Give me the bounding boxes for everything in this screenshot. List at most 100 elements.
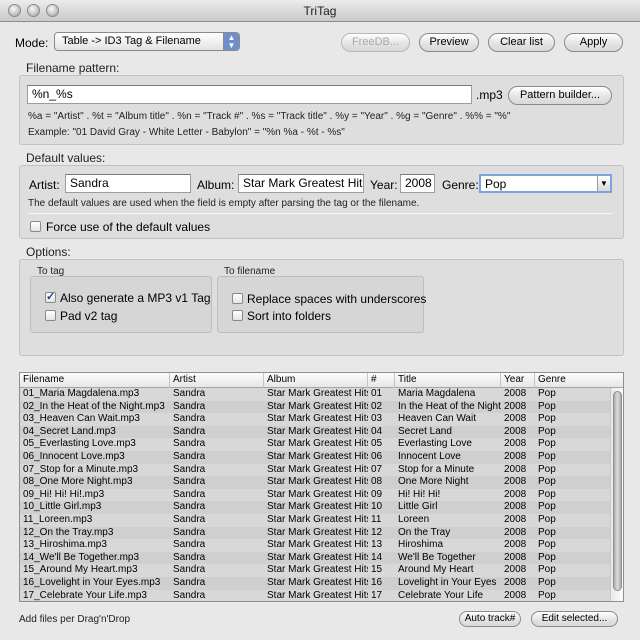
table-row[interactable]: 05_Everlasting Love.mp3 Sandra Star Mark G… <box>20 438 610 451</box>
pad-v2-checkbox[interactable] <box>45 310 56 321</box>
table-row[interactable]: 08_One More Night.mp3 Sandra Star Mark Gre… <box>20 476 610 489</box>
table-row[interactable]: 16_Lovelight in Your Eyes.mp3 Sandra Star … <box>20 576 610 590</box>
column-header-album[interactable]: Album <box>264 373 368 388</box>
column-header-genre[interactable]: Genre <box>535 373 623 388</box>
table-row[interactable]: 07_Stop for a Minute.mp3 Sandra Star Mark … <box>20 463 610 477</box>
cell-year: 2008 <box>504 438 527 450</box>
popup-arrows-icon: ▲ ▼ <box>223 33 239 50</box>
table-row[interactable]: 01_Maria Magdalena.mp3 Sandra Star Mark Gr… <box>20 388 610 401</box>
column-header-year[interactable]: Year <box>501 373 535 388</box>
cell-genre: Pop <box>538 450 556 462</box>
cell-artist: Sandra <box>173 476 206 488</box>
chevron-down-icon[interactable]: ▼ <box>597 176 610 191</box>
app-window: TriTag Mode: Table -> ID3 Tag & Filename… <box>0 0 640 640</box>
cell-album: Star Mark Greatest Hits <box>267 488 368 500</box>
column-header-filename[interactable]: Filename <box>20 373 170 388</box>
mode-popup-value: Table -> ID3 Tag & Filename <box>62 35 201 47</box>
mp3-v1-checkbox[interactable]: ✓ <box>45 292 56 303</box>
cell-track-number: 05 <box>371 438 383 450</box>
auto-track-button[interactable]: Auto track# <box>459 611 521 627</box>
window-title: TriTag <box>303 4 337 18</box>
cell-album: Star Mark Greatest Hits <box>267 400 368 412</box>
cell-filename: 06_Innocent Love.mp3 <box>23 450 125 462</box>
cell-year: 2008 <box>504 463 527 475</box>
column-header-artist[interactable]: Artist <box>170 373 264 388</box>
cell-artist: Sandra <box>173 388 206 399</box>
apply-button[interactable]: Apply <box>564 33 623 52</box>
cell-artist: Sandra <box>173 438 206 450</box>
cell-title: Hiroshima <box>398 539 444 551</box>
table-row[interactable]: 13_Hiroshima.mp3 Sandra Star Mark Greatest… <box>20 539 610 552</box>
force-defaults-checkbox[interactable] <box>30 221 41 232</box>
cell-track-number: 06 <box>371 450 383 462</box>
table-row[interactable]: 17_Celebrate Your Life.mp3 Sandra Star Mar… <box>20 589 610 601</box>
year-field[interactable]: 2008 <box>400 174 435 193</box>
edit-selected-button[interactable]: Edit selected... <box>531 611 618 627</box>
cell-filename: 05_Everlasting Love.mp3 <box>23 438 136 450</box>
pattern-legend: %a = "Artist" . %t = "Album title" . %n … <box>28 111 511 122</box>
table-row[interactable]: 15_Around My Heart.mp3 Sandra Star Mark Gr… <box>20 564 610 577</box>
table-row[interactable]: 10_Little Girl.mp3 Sandra Star Mark Greate… <box>20 501 610 514</box>
column-header-title[interactable]: Title <box>395 373 501 388</box>
cell-filename: 14_We'll Be Together.mp3 <box>23 551 140 563</box>
table-body: 01_Maria Magdalena.mp3 Sandra Star Mark Gr… <box>20 388 610 601</box>
artist-field[interactable]: Sandra <box>65 174 191 193</box>
cell-genre: Pop <box>538 438 556 450</box>
freedb-button[interactable]: FreeDB... <box>341 33 410 52</box>
scrollbar-thumb[interactable] <box>613 391 622 591</box>
vertical-scrollbar[interactable] <box>610 388 623 601</box>
album-field[interactable]: Star Mark Greatest Hits <box>238 174 364 193</box>
clear-list-button[interactable]: Clear list <box>488 33 555 52</box>
table-row[interactable]: 11_Loreen.mp3 Sandra Star Mark Greatest Hi… <box>20 513 610 527</box>
cell-title: Celebrate Your Life <box>398 589 484 601</box>
cell-artist: Sandra <box>173 551 206 563</box>
cell-genre: Pop <box>538 400 556 412</box>
cell-title: On the Tray <box>398 526 451 538</box>
cell-track-number: 10 <box>371 501 383 513</box>
cell-track-number: 17 <box>371 589 383 601</box>
cell-track-number: 09 <box>371 488 383 500</box>
table-row[interactable]: 02_In the Heat of the Night.mp3 Sandra Sta… <box>20 400 610 414</box>
cell-artist: Sandra <box>173 463 206 475</box>
cell-track-number: 14 <box>371 551 383 563</box>
table-header: Filename Artist Album # Title Year Genre <box>20 373 623 388</box>
cell-year: 2008 <box>504 388 527 399</box>
table-row[interactable]: 04_Secret Land.mp3 Sandra Star Mark Greate… <box>20 425 610 439</box>
table-row[interactable]: 03_Heaven Can Wait.mp3 Sandra Star Mark Gr… <box>20 413 610 426</box>
cell-album: Star Mark Greatest Hits <box>267 476 368 488</box>
underscores-checkbox[interactable] <box>232 293 243 304</box>
cell-genre: Pop <box>538 589 556 601</box>
cell-track-number: 08 <box>371 476 383 488</box>
cell-title: We'll Be Together <box>398 551 476 563</box>
mode-popup[interactable]: Table -> ID3 Tag & Filename ▲ ▼ <box>54 32 240 51</box>
mp3-v1-label: Also generate a MP3 v1 Tag <box>60 291 211 305</box>
cell-track-number: 01 <box>371 388 383 399</box>
genre-combo[interactable]: Pop ▼ <box>479 174 612 193</box>
pattern-builder-button[interactable]: Pattern builder... <box>508 86 612 105</box>
column-header-track-number[interactable]: # <box>368 373 395 388</box>
cell-album: Star Mark Greatest Hits <box>267 425 368 437</box>
preview-button[interactable]: Preview <box>419 33 479 52</box>
title-bar[interactable]: TriTag <box>0 0 640 22</box>
album-label: Album: <box>197 178 235 192</box>
table-row[interactable]: 14_We'll Be Together.mp3 Sandra Star Mark … <box>20 551 610 565</box>
cell-filename: 03_Heaven Can Wait.mp3 <box>23 413 140 425</box>
table-row[interactable]: 12_On the Tray.mp3 Sandra Star Mark Greate… <box>20 526 610 540</box>
cell-artist: Sandra <box>173 526 206 538</box>
cell-album: Star Mark Greatest Hits <box>267 526 368 538</box>
cell-track-number: 13 <box>371 539 383 551</box>
filename-pattern-input[interactable]: %n_%s <box>27 85 472 104</box>
cell-year: 2008 <box>504 488 527 500</box>
cell-genre: Pop <box>538 551 556 563</box>
cell-year: 2008 <box>504 551 527 563</box>
cell-title: Maria Magdalena <box>398 388 476 399</box>
table-row[interactable]: 09_Hi! Hi! Hi!.mp3 Sandra Star Mark Greate… <box>20 488 610 502</box>
sort-folders-checkbox[interactable] <box>232 310 243 321</box>
cell-album: Star Mark Greatest Hits <box>267 564 368 576</box>
force-defaults-label: Force use of the default values <box>46 220 211 234</box>
extension-label: .mp3 <box>476 88 503 102</box>
table-row[interactable]: 06_Innocent Love.mp3 Sandra Star Mark Grea… <box>20 450 610 464</box>
cell-artist: Sandra <box>173 425 206 437</box>
track-table[interactable]: Filename Artist Album # Title Year Genre… <box>19 372 624 602</box>
cell-year: 2008 <box>504 564 527 576</box>
